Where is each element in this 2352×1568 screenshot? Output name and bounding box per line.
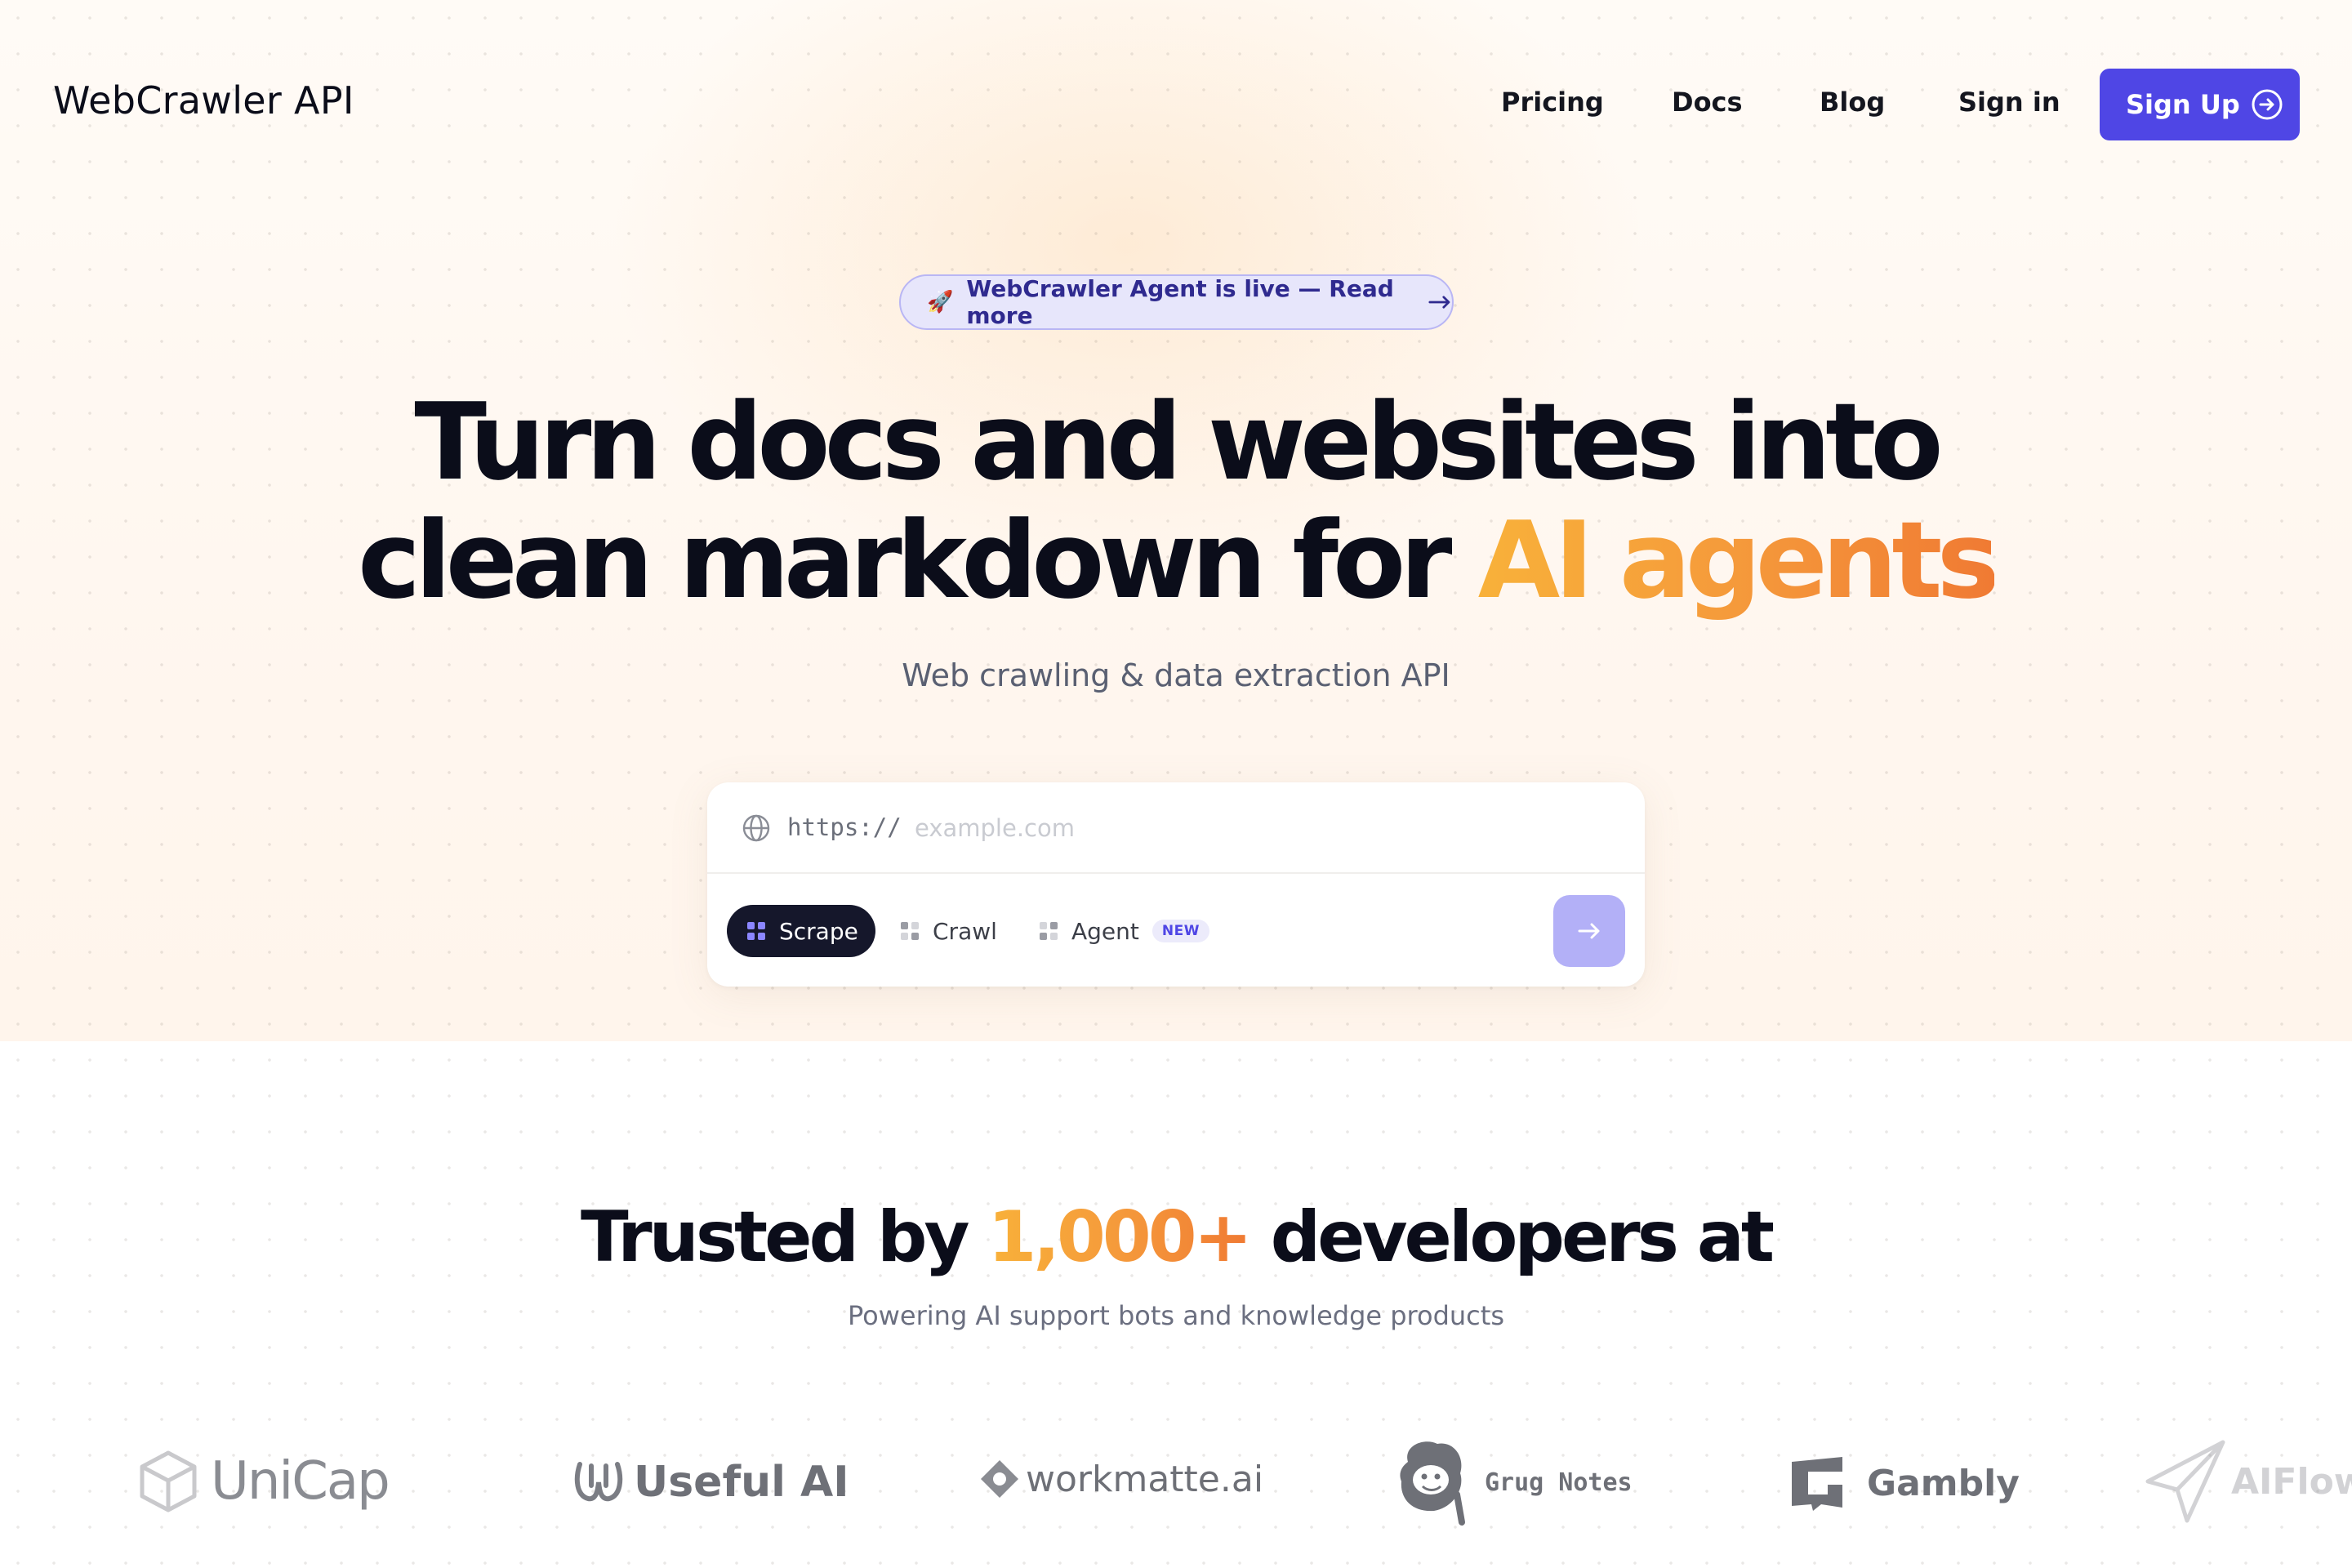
nav-sign-in[interactable]: Sign in xyxy=(1958,87,2060,118)
caveman-icon xyxy=(1400,1441,1465,1526)
customer-name: workmatte.ai xyxy=(1026,1458,1264,1500)
arrow-right-icon xyxy=(1428,296,1450,309)
useful-ai-icon xyxy=(574,1462,623,1502)
announcement-text: WebCrawler Agent is live — Read more xyxy=(966,275,1394,329)
customer-logo-grug-notes: Grug Notes xyxy=(1392,1437,1633,1527)
mode-agent-label: Agent xyxy=(1071,917,1139,945)
arrow-right-icon xyxy=(1578,923,1600,939)
diamond-icon xyxy=(981,1460,1018,1498)
customer-name: Grug Notes xyxy=(1485,1468,1633,1497)
trusted-subtitle: Powering AI support bots and knowledge p… xyxy=(848,1300,1504,1331)
customer-name: AIFlow xyxy=(2231,1460,2352,1503)
grid-icon xyxy=(747,922,765,940)
url-protocol: https:// xyxy=(787,813,902,841)
new-badge: NEW xyxy=(1152,920,1209,942)
sign-up-label: Sign Up xyxy=(2126,89,2240,120)
customer-logo-workmatte: workmatte.ai xyxy=(978,1458,1263,1500)
paper-plane-icon xyxy=(2145,1440,2225,1523)
nav-docs[interactable]: Docs xyxy=(1672,87,1743,118)
nav-pricing[interactable]: Pricing xyxy=(1501,87,1604,118)
nav-blog[interactable]: Blog xyxy=(1820,87,1885,118)
sign-up-button[interactable]: Sign Up xyxy=(2100,69,2300,140)
trusted-prefix: Trusted by xyxy=(581,1196,988,1278)
hero-title-accent: AI agents xyxy=(1477,498,2000,622)
brand-logo[interactable]: WebCrawler API xyxy=(53,78,354,122)
customer-logo-useful-ai: Useful AI xyxy=(573,1458,849,1507)
globe-icon xyxy=(742,814,770,842)
announcement-pill[interactable]: 🚀 WebCrawler Agent is live — Read more xyxy=(899,274,1454,330)
arrow-circle-icon xyxy=(2252,89,2283,120)
url-input[interactable] xyxy=(915,805,1601,851)
hero-title-line-1: Turn docs and websites into xyxy=(414,380,1943,504)
customer-name: Useful AI xyxy=(634,1458,849,1507)
trusted-heading: Trusted by 1,000+ developers at xyxy=(0,1196,2352,1278)
hero-title-line-2: clean markdown for AI agents xyxy=(0,498,2352,622)
customer-logo-aiflow: AIFlow xyxy=(2145,1439,2352,1524)
cube-icon xyxy=(140,1450,197,1512)
customer-logo-gambly: Gambly xyxy=(1788,1454,2020,1512)
customer-name: Gambly xyxy=(1867,1462,2020,1504)
gambly-icon xyxy=(1792,1457,1842,1511)
mode-crawl-button[interactable]: Crawl xyxy=(900,905,997,957)
url-input-card: https:// Scrape Crawl Agent NEW xyxy=(707,782,1645,987)
hero-subtitle: Web crawling & data extraction API xyxy=(902,657,1450,693)
hero-title-prefix: clean markdown for xyxy=(358,498,1478,622)
url-row: https:// xyxy=(707,782,1645,874)
rocket-icon: 🚀 xyxy=(927,290,954,314)
mode-scrape-button[interactable]: Scrape xyxy=(727,905,875,957)
customer-logo-unicap: UniCap xyxy=(139,1450,390,1513)
trusted-count: 1,000+ xyxy=(987,1196,1253,1278)
submit-button[interactable] xyxy=(1553,895,1625,967)
mode-crawl-label: Crawl xyxy=(933,917,997,945)
grid-icon xyxy=(901,922,919,940)
trusted-suffix: developers at xyxy=(1249,1196,1775,1278)
mode-agent-button[interactable]: Agent NEW xyxy=(1039,905,1209,957)
grid-icon xyxy=(1040,922,1058,940)
customer-name: UniCap xyxy=(211,1451,390,1512)
mode-scrape-label: Scrape xyxy=(779,917,858,945)
